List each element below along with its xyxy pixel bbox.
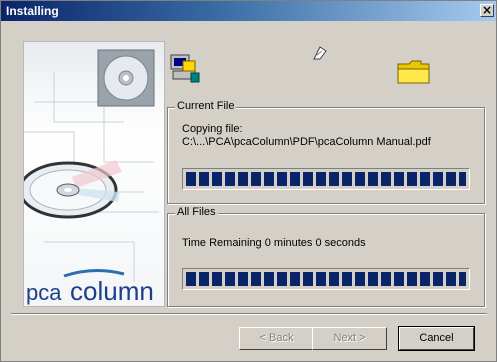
brand-prefix: pca <box>26 280 62 305</box>
footer-divider <box>11 313 487 315</box>
current-file-legend: Current File <box>175 100 237 112</box>
all-files-legend: All Files <box>175 206 218 218</box>
cancel-button[interactable]: Cancel <box>398 326 475 351</box>
next-button[interactable]: Next > <box>312 327 387 350</box>
folder-icon <box>397 59 431 88</box>
installer-artwork: pca column <box>23 41 165 307</box>
all-files-group: All Files Time Remaining 0 minutes 0 sec… <box>167 206 485 307</box>
installer-window: Installing × pca column Current File Cop… <box>0 0 497 362</box>
current-file-progress-bar <box>182 168 470 190</box>
brand-name: column <box>70 276 154 306</box>
title-bar[interactable]: Installing × <box>1 1 496 21</box>
current-file-group: Current File Copying file: C:\...\PCA\pc… <box>167 100 485 204</box>
copying-file-label: Copying file: <box>182 123 243 135</box>
window-title: Installing <box>6 4 59 18</box>
current-file-path: C:\...\PCA\pcaColumn\PDF\pcaColumn Manua… <box>182 136 431 148</box>
flying-page-icon <box>312 45 328 64</box>
current-file-progress-fill <box>186 172 466 186</box>
artwork-graphic: pca column <box>24 49 159 306</box>
computer-install-icon <box>169 53 203 88</box>
all-files-progress-bar <box>182 268 470 290</box>
back-button[interactable]: < Back <box>239 327 314 350</box>
close-button[interactable]: × <box>480 4 494 17</box>
all-files-progress-fill <box>186 272 466 286</box>
time-remaining-label: Time Remaining 0 minutes 0 seconds <box>182 237 366 249</box>
